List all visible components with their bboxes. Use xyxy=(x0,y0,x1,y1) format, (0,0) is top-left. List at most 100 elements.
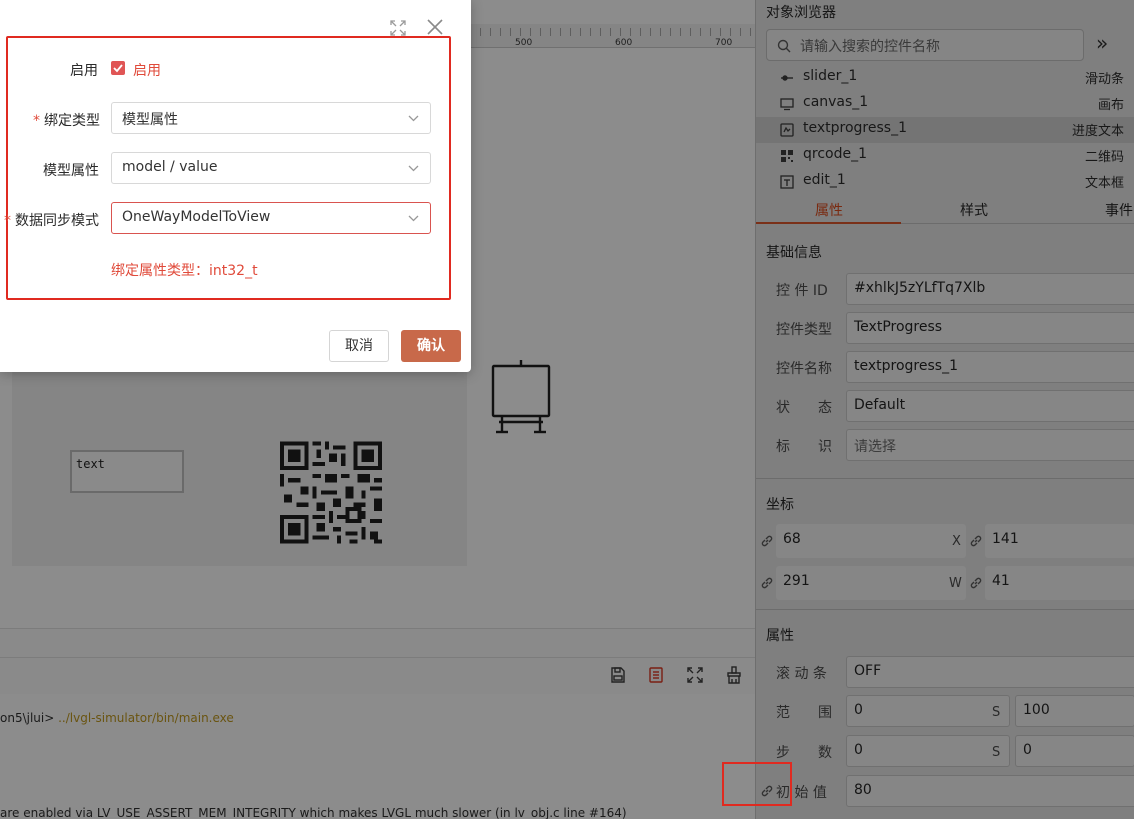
ruler-ticks xyxy=(470,28,755,36)
object-item-name: canvas_1 xyxy=(803,94,869,110)
range-min-field[interactable]: 0 xyxy=(846,695,1010,727)
checkmark-icon xyxy=(113,64,123,73)
object-item-edit[interactable]: edit_1 文本框 xyxy=(756,169,1134,195)
bind-type-value: 模型属性 xyxy=(122,112,178,128)
tab-events[interactable]: 事件 xyxy=(1105,200,1133,220)
fullscreen-icon[interactable] xyxy=(686,666,704,684)
object-search-input[interactable]: 请输入搜索的控件名称 xyxy=(766,29,1084,61)
search-placeholder: 请输入搜索的控件名称 xyxy=(800,39,940,55)
width-value: 291 xyxy=(783,573,810,589)
cancel-button[interactable]: 取消 xyxy=(329,330,389,362)
console-line-command: on5\jlui> ../lvgl-simulator/bin/main.exe xyxy=(0,711,234,725)
steps-label: 步 数 xyxy=(776,745,832,761)
console-prompt: on5\jlui> xyxy=(0,711,55,725)
model-prop-label: 模型属性 xyxy=(43,163,99,179)
console-toolbar xyxy=(0,658,755,694)
range-min-value: 0 xyxy=(854,702,863,718)
textbox-icon xyxy=(780,175,794,189)
monitor-icon xyxy=(780,98,794,111)
height-field[interactable]: 41 xyxy=(985,566,1134,600)
textprogress-icon xyxy=(780,123,794,137)
x-suffix: X xyxy=(952,534,961,549)
initial-value-field[interactable]: 80 xyxy=(846,775,1134,807)
control-id-label: 控 件 ID xyxy=(776,283,828,299)
chevron-down-icon xyxy=(408,165,419,172)
model-prop-select[interactable]: model / value xyxy=(111,152,431,184)
enable-label: 启用 xyxy=(70,63,98,79)
object-item-type: 进度文本 xyxy=(1071,124,1124,139)
steps-b-field[interactable]: 0 xyxy=(1015,735,1134,767)
enable-checkbox-label[interactable]: 启用 xyxy=(133,60,161,80)
state-select[interactable]: Default xyxy=(846,390,1134,422)
edit-widget[interactable]: text xyxy=(70,450,184,493)
confirm-button[interactable]: 确认 xyxy=(401,330,461,362)
steps-b-value: 0 xyxy=(1023,742,1032,758)
properties-title: 属性 xyxy=(766,628,794,644)
width-field[interactable]: 291 xyxy=(776,566,966,600)
control-type-label: 控件类型 xyxy=(776,322,832,338)
sync-mode-select[interactable]: OneWayModelToView xyxy=(111,202,431,234)
bind-type-select[interactable]: 模型属性 xyxy=(111,102,431,134)
save-log-icon[interactable] xyxy=(609,666,627,684)
object-item-type: 画布 xyxy=(1097,98,1124,113)
search-icon xyxy=(777,39,791,53)
sync-mode-value: OneWayModelToView xyxy=(122,209,271,225)
range-min-unit: S xyxy=(992,705,1001,720)
flag-select[interactable]: 请选择 xyxy=(846,429,1134,461)
sync-mode-label-text: 数据同步模式 xyxy=(15,213,99,229)
section-divider xyxy=(756,609,1134,610)
collapse-panel-icon[interactable]: » xyxy=(1096,33,1118,55)
required-mark: * xyxy=(4,213,11,229)
flag-label: 标 识 xyxy=(776,439,832,455)
x-field[interactable]: 68 xyxy=(776,524,966,558)
qrcode-icon xyxy=(781,150,793,162)
canvas-widget-easel-icon[interactable] xyxy=(490,358,552,434)
qrcode-widget[interactable] xyxy=(280,441,382,544)
steps-a-field[interactable]: 0 xyxy=(846,735,1010,767)
object-item-type: 文本框 xyxy=(1084,176,1124,191)
maximize-icon[interactable] xyxy=(389,19,407,37)
range-max-field[interactable]: 100 xyxy=(1015,695,1134,727)
tab-styles[interactable]: 样式 xyxy=(960,200,988,220)
property-tabs: 属性 样式 事件 xyxy=(756,196,1134,224)
range-label: 范 围 xyxy=(776,705,832,721)
ruler-label-700: 700 xyxy=(715,38,733,48)
close-icon[interactable] xyxy=(425,17,445,37)
bind-type-label-text: 绑定类型 xyxy=(44,113,100,129)
object-item-qrcode[interactable]: qrcode_1 二维码 xyxy=(756,143,1134,169)
scrollbar-select[interactable]: OFF xyxy=(846,656,1134,688)
object-item-textprogress[interactable]: textprogress_1 进度文本 xyxy=(756,117,1134,143)
link-width-icon[interactable] xyxy=(759,575,775,591)
required-mark: * xyxy=(33,113,40,129)
binding-dialog: 启用 启用 * 绑定类型 模型属性 模型属性 model / value * 数据同… xyxy=(0,0,471,372)
log-file-icon[interactable] xyxy=(647,666,665,684)
enable-checkbox[interactable] xyxy=(111,61,125,75)
x-value: 68 xyxy=(783,531,801,547)
width-suffix: W xyxy=(949,576,962,591)
console-command: ../lvgl-simulator/bin/main.exe xyxy=(54,711,234,725)
object-browser-title: 对象浏览器 xyxy=(766,5,836,21)
link-x-icon[interactable] xyxy=(759,533,775,549)
control-type-field[interactable]: TextProgress xyxy=(846,312,1134,344)
coords-title: 坐标 xyxy=(766,497,794,513)
clear-console-icon[interactable] xyxy=(725,666,743,684)
link-height-icon[interactable] xyxy=(968,575,984,591)
section-divider xyxy=(756,478,1134,479)
y-field[interactable]: 141 xyxy=(985,524,1134,558)
control-id-field[interactable]: #xhlkJ5zYLfTq7Xlb xyxy=(846,273,1134,305)
steps-a-value: 0 xyxy=(854,742,863,758)
link-y-icon[interactable] xyxy=(968,533,984,549)
chevron-down-icon xyxy=(408,215,419,222)
object-item-type: 二维码 xyxy=(1084,150,1124,165)
right-panel: 对象浏览器 请输入搜索的控件名称 » slider_1 滑动条 canvas_1… xyxy=(755,0,1134,819)
object-item-name: slider_1 xyxy=(803,68,858,84)
control-name-field[interactable]: textprogress_1 xyxy=(846,351,1134,383)
ruler-label-600: 600 xyxy=(615,38,633,48)
scrollbar-label: 滚 动 条 xyxy=(776,666,827,682)
object-item-canvas[interactable]: canvas_1 画布 xyxy=(756,91,1134,117)
edit-widget-text: text xyxy=(76,457,105,471)
initial-value-link-highlight xyxy=(722,762,792,806)
tab-properties[interactable]: 属性 xyxy=(815,200,843,220)
object-item-slider[interactable]: slider_1 滑动条 xyxy=(756,65,1134,91)
y-value: 141 xyxy=(992,531,1019,547)
